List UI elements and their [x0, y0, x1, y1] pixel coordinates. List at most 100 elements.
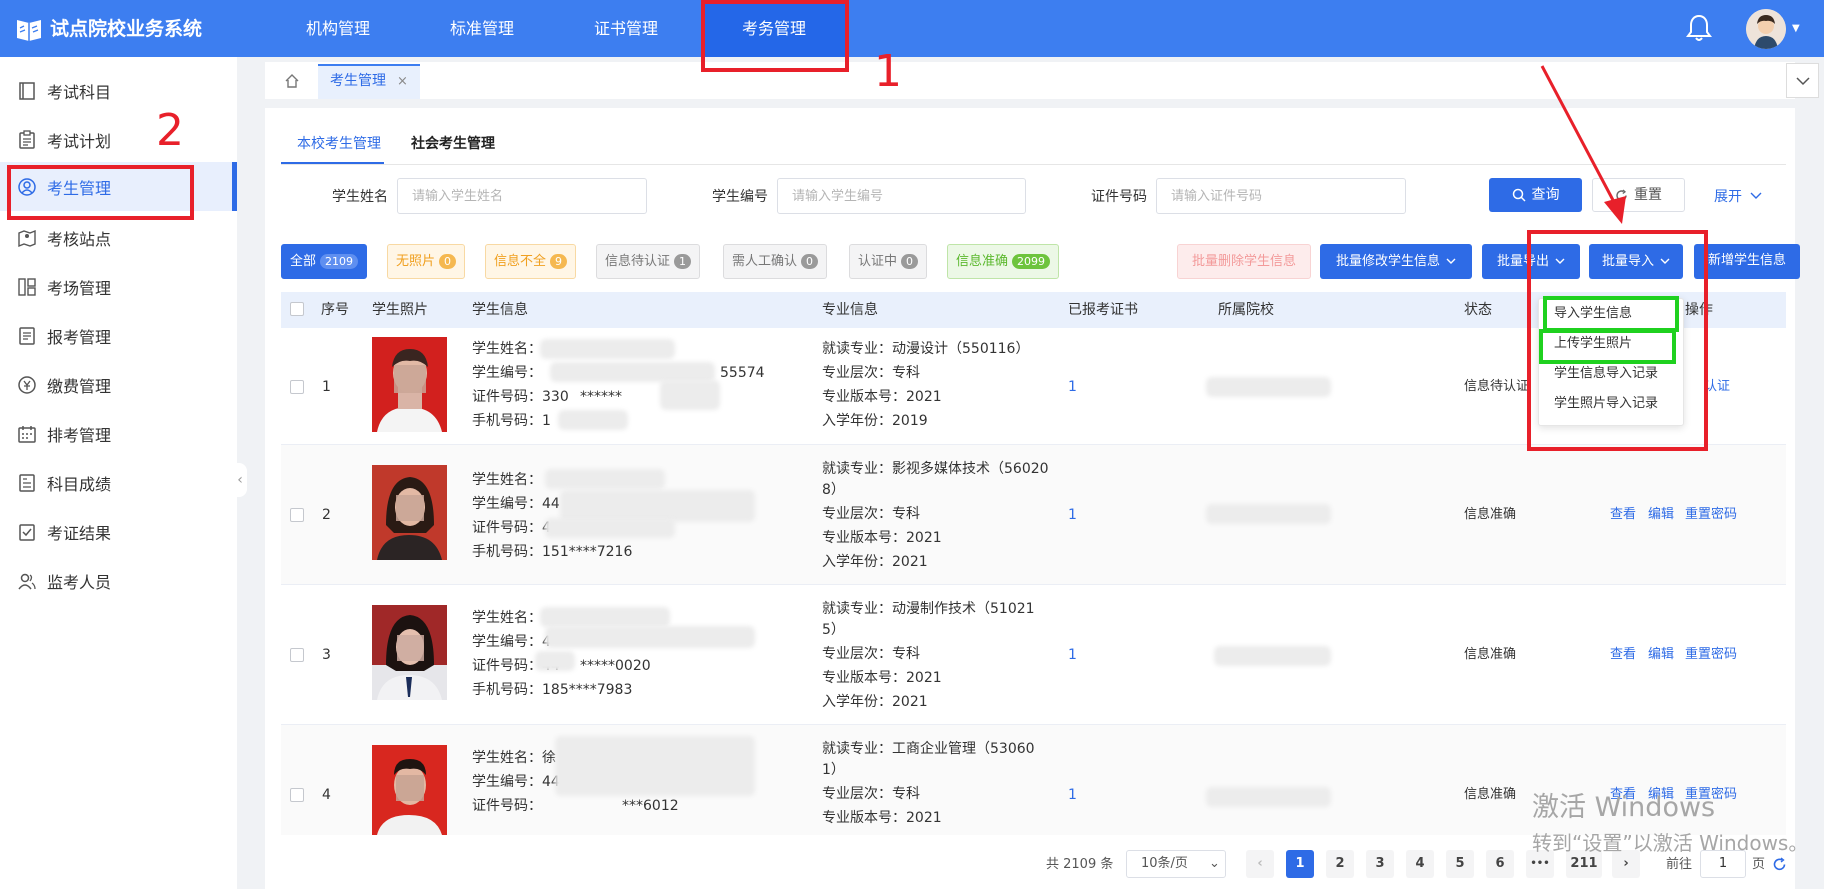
major-version: 专业版本号：2021: [822, 530, 942, 546]
major-level: 专业层次：专科: [822, 646, 920, 662]
batch-edit-button[interactable]: 批量修改学生信息: [1320, 244, 1472, 279]
sidebar-item-scheduling[interactable]: 排考管理: [0, 409, 237, 458]
filter-chip-accurate[interactable]: 信息准确 2099: [947, 244, 1060, 279]
annotation-box-topnav: [701, 0, 849, 72]
sidebar-item-exam-subjects[interactable]: 考试科目: [0, 66, 237, 115]
sidebar-item-invigilators[interactable]: 监考人员: [0, 556, 237, 605]
student-id: 学生编号：: [472, 365, 542, 381]
student-id-tail: 55574: [720, 365, 765, 381]
windows-activation-hint: 转到“设置”以激活 Windows。: [1532, 831, 1809, 855]
filter-chip-incomplete[interactable]: 信息不全 9: [485, 244, 577, 279]
map-pin-icon: [17, 228, 37, 248]
batch-delete-button[interactable]: 批量删除学生信息: [1177, 244, 1311, 279]
filter-chip-pending-auth[interactable]: 信息待认证 1: [596, 244, 701, 279]
close-icon[interactable]: ×: [397, 74, 408, 89]
sidebar-collapse-chevron-icon[interactable]: ‹: [233, 463, 247, 497]
windows-activation-watermark: 激活 Windows: [1532, 792, 1716, 823]
blurred-value: [540, 607, 670, 627]
tab-school-candidates[interactable]: 本校考生管理: [297, 134, 381, 154]
student-photo: [372, 605, 447, 700]
edit-link[interactable]: 编辑: [1648, 503, 1674, 527]
enroll-year: 入学年份：2021: [822, 694, 928, 710]
filter-chip-no-photo[interactable]: 无照片 0: [387, 244, 466, 279]
sidebar-item-label: 考试计划: [47, 131, 112, 151]
major-level: 专业层次：专科: [822, 786, 920, 802]
col-status: 状态: [1464, 302, 1492, 318]
sidebar-item-exam-sites[interactable]: 考核站点: [0, 213, 237, 262]
expand-filters-link[interactable]: 展开: [1714, 186, 1762, 206]
app-title: 试点院校业务系统: [50, 18, 203, 40]
blurred-value: [660, 380, 720, 410]
reset-password-link[interactable]: 重置密码: [1685, 503, 1737, 527]
major-name-cont: 5）: [822, 622, 845, 638]
col-photo: 学生照片: [372, 302, 428, 318]
edit-link[interactable]: 编辑: [1648, 643, 1674, 667]
chevron-down-icon[interactable]: [1786, 63, 1819, 98]
chip-label: 信息不全: [494, 254, 547, 269]
chip-count: 0: [439, 254, 457, 269]
sidebar-active-indicator: [232, 162, 237, 211]
yen-coin-icon: [17, 375, 37, 395]
status-text: 信息待认证: [1464, 379, 1530, 394]
refresh-icon[interactable]: [1772, 857, 1787, 872]
sidebar-item-cert-results[interactable]: 考证结果: [0, 507, 237, 556]
sidebar-item-payments[interactable]: 缴费管理: [0, 360, 237, 409]
filter-chip-manual-confirm[interactable]: 需人工确认 0: [723, 244, 828, 279]
sidebar-item-exam-rooms[interactable]: 考场管理: [0, 262, 237, 311]
registered-certs-link[interactable]: 1: [1068, 503, 1077, 527]
select-all-checkbox[interactable]: [290, 302, 304, 316]
row-index: 2: [322, 507, 331, 523]
registered-certs-link[interactable]: 1: [1068, 375, 1077, 399]
search-icon: [1512, 188, 1526, 202]
page-button[interactable]: 5: [1446, 850, 1474, 878]
page-button[interactable]: 2: [1326, 850, 1354, 878]
blurred-value: [545, 518, 675, 538]
row-checkbox[interactable]: [290, 380, 304, 394]
cert-mask: ******: [580, 389, 622, 405]
view-link[interactable]: 查看: [1610, 503, 1636, 527]
reset-password-link[interactable]: 重置密码: [1685, 643, 1737, 667]
blurred-school: [1206, 377, 1331, 397]
filter-chip-all[interactable]: 全部 2109: [281, 244, 368, 279]
col-index: 序号: [321, 302, 349, 318]
topnav-item-certificates[interactable]: 证书管理: [573, 0, 679, 57]
student-name-input[interactable]: [397, 178, 647, 214]
row-checkbox[interactable]: [290, 788, 304, 802]
student-photo: [372, 337, 447, 432]
sidebar-item-label: 科目成绩: [47, 474, 112, 494]
add-student-button[interactable]: 新增学生信息: [1694, 244, 1800, 279]
student-id-input[interactable]: [777, 178, 1026, 214]
id-number-input[interactable]: [1156, 178, 1406, 214]
filter-chip-authenticating[interactable]: 认证中 0: [849, 244, 928, 279]
student-id: 学生编号：44: [472, 774, 560, 790]
page-button[interactable]: 4: [1406, 850, 1434, 878]
user-avatar[interactable]: [1746, 9, 1786, 49]
notification-bell-icon[interactable]: [1686, 14, 1712, 42]
sidebar-item-registration[interactable]: 报考管理: [0, 311, 237, 360]
sidebar-item-label: 考证结果: [47, 523, 112, 543]
registered-certs-link[interactable]: 1: [1068, 643, 1077, 667]
page-size-select[interactable]: 10条/页 ⌄: [1126, 850, 1226, 878]
registered-certs-link[interactable]: 1: [1068, 783, 1077, 807]
page-button[interactable]: 6: [1486, 850, 1514, 878]
users-icon: [17, 571, 37, 591]
page-button[interactable]: 3: [1366, 850, 1394, 878]
topnav-item-institution[interactable]: 机构管理: [285, 0, 391, 57]
sidebar-item-label: 考场管理: [47, 278, 112, 298]
prev-page-chevron-icon[interactable]: ‹: [1246, 850, 1274, 878]
sidebar-item-label: 考试科目: [47, 82, 112, 102]
major-version: 专业版本号：2021: [822, 389, 942, 405]
major-version: 专业版本号：2021: [822, 670, 942, 686]
sidebar-item-subject-scores[interactable]: 科目成绩: [0, 458, 237, 507]
topnav-item-standards[interactable]: 标准管理: [429, 0, 535, 57]
view-link[interactable]: 查看: [1610, 643, 1636, 667]
app-logo-icon: [16, 17, 42, 41]
sidebar-item-exam-plans[interactable]: 考试计划: [0, 115, 237, 164]
row-checkbox[interactable]: [290, 648, 304, 662]
home-icon[interactable]: [270, 64, 314, 97]
batch-edit-label: 批量修改学生信息: [1335, 253, 1440, 269]
user-menu-caret-icon[interactable]: ▼: [1792, 23, 1800, 34]
row-checkbox[interactable]: [290, 508, 304, 522]
page-button[interactable]: 1: [1286, 850, 1314, 878]
tab-social-candidates[interactable]: 社会考生管理: [411, 134, 495, 154]
